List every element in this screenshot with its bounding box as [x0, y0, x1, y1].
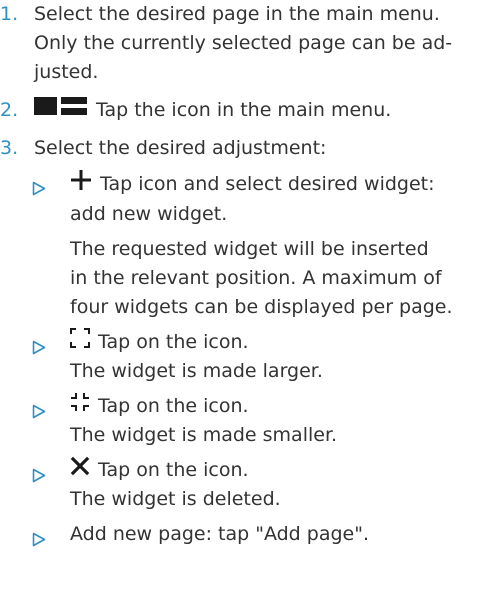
- step-text: Tap the icon in the main menu.: [96, 99, 392, 121]
- adjustment-text: Tap on the icon.: [98, 331, 249, 353]
- step-number: 1.: [0, 3, 19, 25]
- adjustment-text: Add new page: tap "Add page".: [70, 523, 370, 545]
- adjustment-enlarge: Tap on the icon. The widget is made larg…: [0, 328, 489, 386]
- close-x-icon: [70, 456, 90, 485]
- step-2: 2. Tap the icon in the main menu.: [0, 96, 489, 125]
- result-text: four widgets can be displayed per page.: [70, 296, 453, 318]
- triangle-bullet-icon: [32, 335, 46, 355]
- triangle-bullet-icon: [32, 527, 46, 547]
- result-text: The widget is made smaller.: [70, 424, 338, 446]
- step-text: Select the desired adjustment:: [34, 137, 327, 159]
- result-text: The widget is deleted.: [70, 488, 281, 510]
- adjustment-delete: Tap on the icon. The widget is deleted.: [0, 456, 489, 514]
- result-text: The widget is made larger.: [70, 360, 323, 382]
- adjustment-text: Tap on the icon.: [98, 459, 249, 481]
- triangle-bullet-icon: [32, 463, 46, 483]
- step-text-line: justed.: [34, 61, 99, 83]
- triangle-bullet-icon: [32, 399, 46, 419]
- adjustment-text: Tap icon and select desired widget:: [100, 173, 435, 195]
- shrink-icon: [70, 392, 90, 421]
- result-text: The requested widget will be inserted: [70, 238, 429, 260]
- plus-icon: [70, 169, 92, 200]
- adjustment-text: Tap on the icon.: [98, 395, 249, 417]
- adjustment-shrink: Tap on the icon. The widget is made smal…: [0, 392, 489, 450]
- adjustment-add-widget: Tap icon and select desired widget: add …: [0, 169, 489, 322]
- result-text: in the relevant position. A maximum of: [70, 267, 442, 289]
- enlarge-icon: [70, 328, 90, 357]
- adjustment-text: add new widget.: [70, 203, 228, 225]
- step-3: 3. Select the desired adjustment:: [0, 134, 489, 163]
- layout-edit-icon: [34, 96, 88, 125]
- adjustment-add-page: Add new page: tap "Add page".: [0, 520, 489, 549]
- step-number: 3.: [0, 137, 19, 159]
- step-1: 1. Select the desired page in the main m…: [0, 0, 489, 87]
- step-text-line: Only the currently selected page can be …: [34, 32, 453, 54]
- step-number: 2.: [0, 99, 19, 121]
- instruction-list: 1. Select the desired page in the main m…: [0, 0, 489, 549]
- triangle-bullet-icon: [32, 176, 46, 196]
- step-text-line: Select the desired page in the main menu…: [34, 3, 440, 25]
